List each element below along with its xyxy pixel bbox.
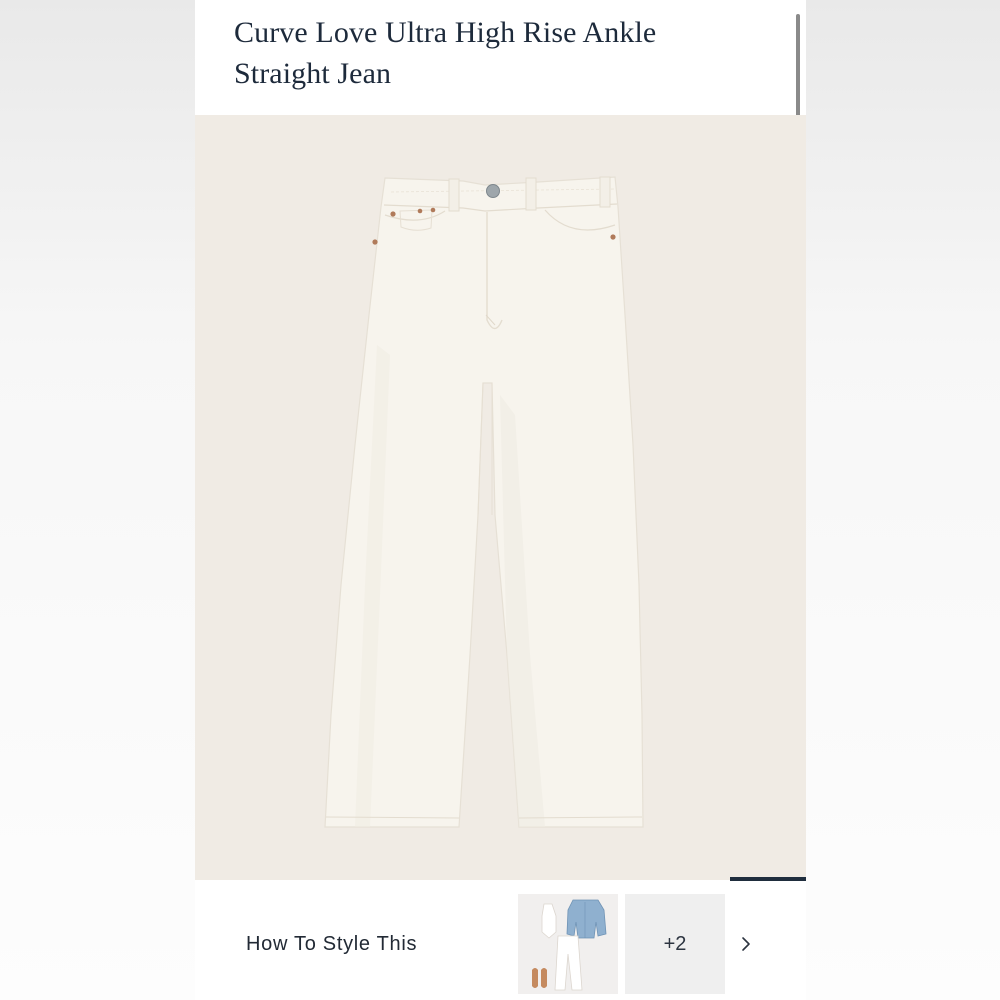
- jeans-illustration: [324, 176, 644, 828]
- more-outfits-button[interactable]: +2: [625, 894, 725, 994]
- left-background: [0, 0, 195, 1000]
- how-to-style-section: How To Style This +2: [195, 881, 806, 1000]
- outfit-thumbnail[interactable]: [518, 894, 618, 994]
- how-to-style-label: How To Style This: [246, 933, 418, 955]
- next-button[interactable]: [731, 929, 761, 959]
- right-background: [806, 0, 1000, 1000]
- product-page: Curve Love Ultra High Rise Ankle Straigh…: [195, 0, 806, 1000]
- product-image[interactable]: [195, 115, 806, 880]
- chevron-right-icon: [742, 937, 750, 951]
- product-title: Curve Love Ultra High Rise Ankle Straigh…: [234, 16, 657, 90]
- more-outfits-count: +2: [663, 932, 687, 955]
- outfit-image: [532, 899, 607, 991]
